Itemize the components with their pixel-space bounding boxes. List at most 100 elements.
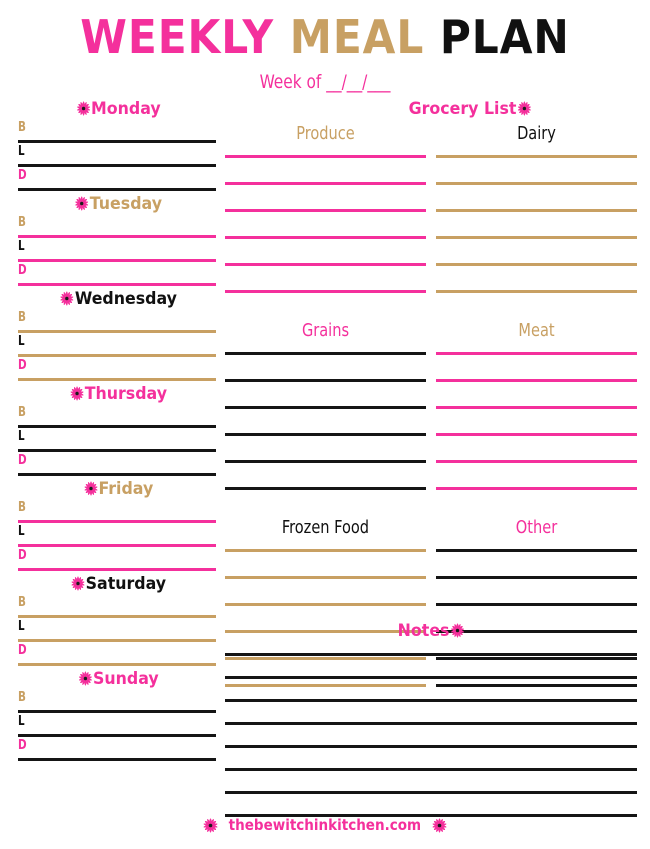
- meal-row-breakfast[interactable]: B: [18, 690, 216, 715]
- meal-row-lunch[interactable]: L: [18, 144, 216, 169]
- grocery-write-line[interactable]: [436, 603, 637, 606]
- meal-write-line[interactable]: [18, 758, 216, 761]
- meal-row-lunch[interactable]: L: [18, 619, 216, 644]
- meal-row-dinner[interactable]: D: [18, 738, 216, 763]
- meal-write-line[interactable]: [18, 283, 216, 286]
- grocery-write-line[interactable]: [225, 236, 426, 239]
- meal-label-breakfast: B: [18, 595, 26, 610]
- meal-row-breakfast[interactable]: B: [18, 310, 216, 335]
- meal-row-breakfast[interactable]: B: [18, 120, 216, 145]
- meal-row-lunch[interactable]: L: [18, 429, 216, 454]
- day-block-tuesday: Tuesday B L D: [0, 193, 222, 288]
- grocery-write-line[interactable]: [436, 460, 637, 463]
- meal-row-dinner[interactable]: D: [18, 358, 216, 383]
- flower-starburst-icon: [75, 196, 89, 211]
- meal-row-lunch[interactable]: L: [18, 239, 216, 264]
- meal-label-breakfast: B: [18, 120, 26, 135]
- meal-write-line[interactable]: [18, 544, 216, 547]
- meal-write-line[interactable]: [18, 164, 216, 167]
- notes-write-line[interactable]: [225, 791, 637, 794]
- grocery-write-line[interactable]: [436, 549, 637, 552]
- grocery-write-line[interactable]: [225, 433, 426, 436]
- grocery-write-line[interactable]: [225, 576, 426, 579]
- day-header-thursday: Thursday: [8, 383, 214, 405]
- meal-write-line[interactable]: [18, 354, 216, 357]
- footer-website[interactable]: thebewitchinkitchen.com: [229, 815, 421, 835]
- meal-write-line[interactable]: [18, 615, 216, 618]
- grocery-write-line[interactable]: [436, 433, 637, 436]
- meal-write-line[interactable]: [18, 330, 216, 333]
- meal-write-line[interactable]: [18, 188, 216, 191]
- meal-label-dinner: D: [18, 358, 27, 373]
- grocery-category-grains: Grains: [225, 319, 426, 514]
- meal-row-lunch[interactable]: L: [18, 714, 216, 739]
- meal-write-line[interactable]: [18, 235, 216, 238]
- notes-write-line[interactable]: [225, 676, 637, 679]
- meal-row-dinner[interactable]: D: [18, 168, 216, 193]
- meal-row-breakfast[interactable]: B: [18, 500, 216, 525]
- grocery-write-line[interactable]: [436, 576, 637, 579]
- grocery-write-line[interactable]: [225, 155, 426, 158]
- meal-write-line[interactable]: [18, 520, 216, 523]
- meal-row-breakfast[interactable]: B: [18, 595, 216, 620]
- grocery-write-line[interactable]: [225, 209, 426, 212]
- meal-write-line[interactable]: [18, 568, 216, 571]
- grocery-write-line[interactable]: [225, 263, 426, 266]
- meal-row-breakfast[interactable]: B: [18, 215, 216, 240]
- grocery-write-line[interactable]: [436, 487, 637, 490]
- day-name-label: Saturday: [85, 574, 167, 594]
- grocery-write-line[interactable]: [436, 290, 637, 293]
- grocery-write-line[interactable]: [436, 379, 637, 382]
- meal-write-line[interactable]: [18, 259, 216, 262]
- meal-write-line[interactable]: [18, 378, 216, 381]
- meal-row-lunch[interactable]: L: [18, 334, 216, 359]
- meal-write-line[interactable]: [18, 710, 216, 713]
- grocery-write-line[interactable]: [225, 290, 426, 293]
- notes-write-line[interactable]: [225, 768, 637, 771]
- meal-write-line[interactable]: [18, 473, 216, 476]
- meal-rows: BLD: [0, 500, 222, 573]
- notes-write-line[interactable]: [225, 722, 637, 725]
- week-of-field[interactable]: Week of __/__/___: [33, 70, 618, 94]
- notes-write-line[interactable]: [225, 699, 637, 702]
- meal-row-dinner[interactable]: D: [18, 548, 216, 573]
- title-word-meal: MEAL: [289, 10, 425, 64]
- grocery-write-line[interactable]: [436, 352, 637, 355]
- grocery-write-line[interactable]: [225, 406, 426, 409]
- grocery-write-line[interactable]: [436, 209, 637, 212]
- grocery-write-line[interactable]: [436, 236, 637, 239]
- meal-row-dinner[interactable]: D: [18, 643, 216, 668]
- grocery-write-line[interactable]: [225, 487, 426, 490]
- meal-write-line[interactable]: [18, 734, 216, 737]
- grocery-write-line[interactable]: [225, 603, 426, 606]
- meal-row-dinner[interactable]: D: [18, 263, 216, 288]
- notes-write-line[interactable]: [225, 745, 637, 748]
- grocery-write-line[interactable]: [225, 379, 426, 382]
- grocery-write-line[interactable]: [436, 182, 637, 185]
- day-header-friday: Friday: [8, 478, 214, 500]
- grocery-write-line[interactable]: [225, 460, 426, 463]
- grocery-write-line[interactable]: [436, 406, 637, 409]
- meal-label-lunch: L: [18, 239, 25, 254]
- grocery-write-line[interactable]: [225, 352, 426, 355]
- grocery-write-line[interactable]: [225, 549, 426, 552]
- meal-write-line[interactable]: [18, 140, 216, 143]
- meal-row-dinner[interactable]: D: [18, 453, 216, 478]
- grocery-write-line[interactable]: [225, 182, 426, 185]
- day-block-monday: Monday B L D: [0, 98, 222, 193]
- notes-write-line[interactable]: [225, 653, 637, 656]
- meal-write-line[interactable]: [18, 639, 216, 642]
- grocery-category-produce: Produce: [225, 122, 426, 317]
- grocery-write-line[interactable]: [436, 155, 637, 158]
- meal-label-lunch: L: [18, 524, 25, 539]
- meal-write-line[interactable]: [18, 449, 216, 452]
- meal-row-breakfast[interactable]: B: [18, 405, 216, 430]
- day-name-label: Monday: [91, 99, 161, 119]
- meal-label-lunch: L: [18, 714, 25, 729]
- meal-write-line[interactable]: [18, 663, 216, 666]
- meal-write-line[interactable]: [18, 425, 216, 428]
- grocery-write-line[interactable]: [436, 263, 637, 266]
- meal-row-lunch[interactable]: L: [18, 524, 216, 549]
- flower-starburst-icon: [450, 623, 464, 638]
- grocery-category-title: Frozen Food: [281, 517, 370, 538]
